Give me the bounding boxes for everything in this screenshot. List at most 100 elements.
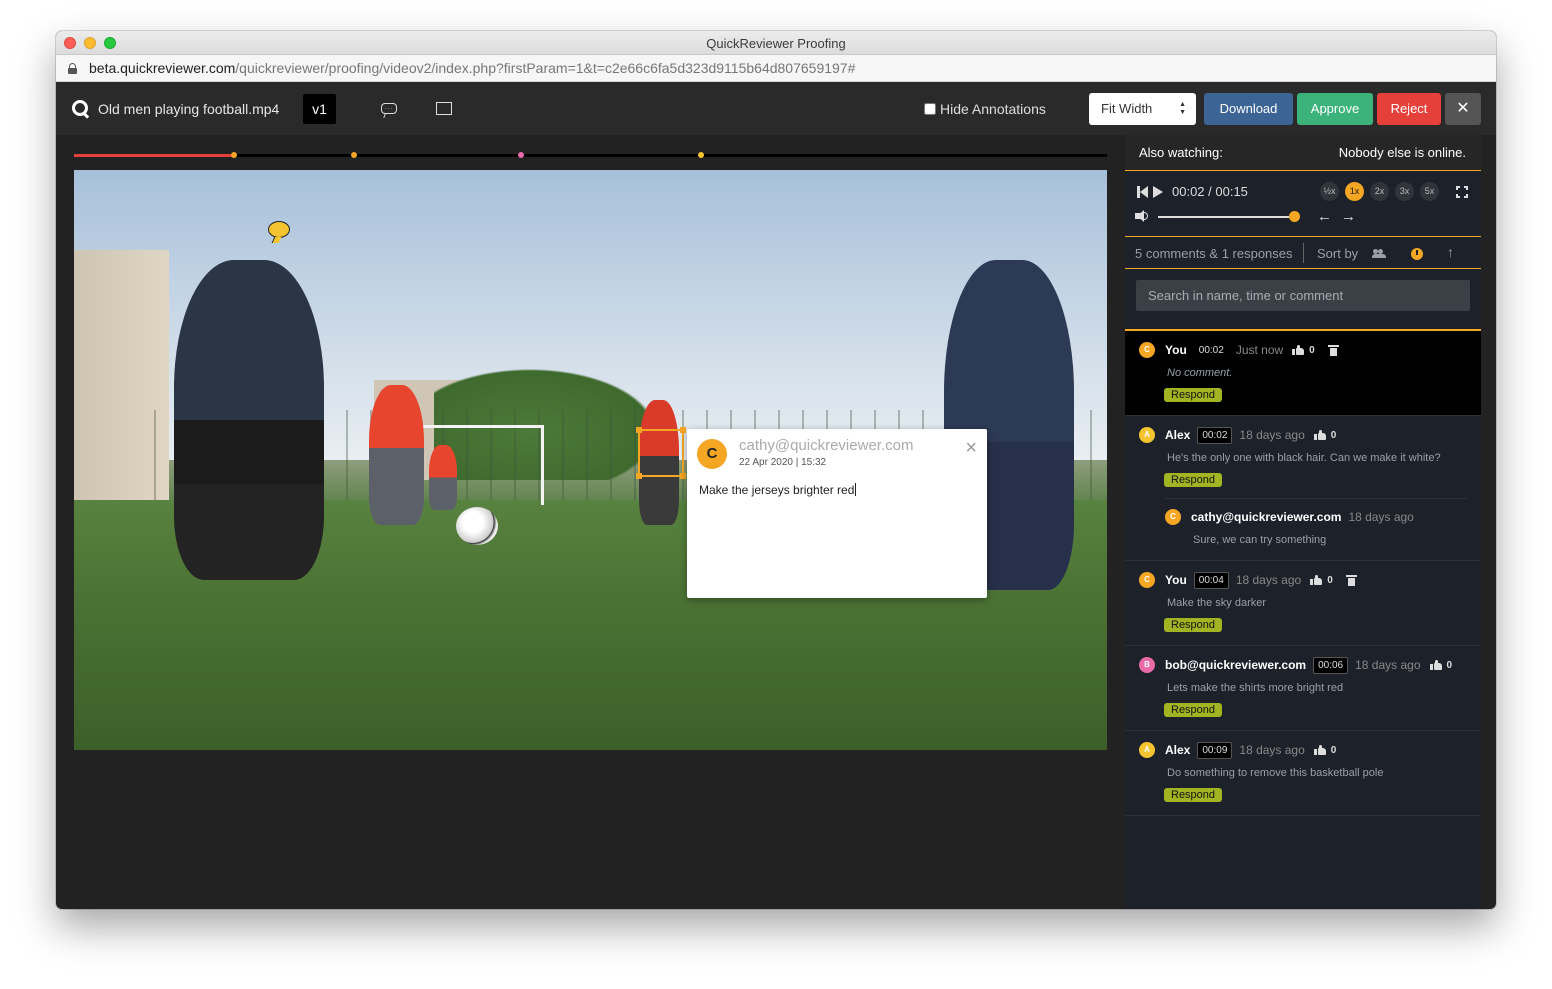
avatar: B (1139, 657, 1155, 673)
comment-item[interactable]: A Alex 00:02 18 days ago 0 He's the only one … (1125, 416, 1481, 561)
window-title: QuickReviewer Proofing (706, 36, 846, 51)
response-text: Sure, we can try something (1193, 534, 1327, 546)
avatar: A (1139, 427, 1155, 443)
search-input[interactable] (1136, 280, 1470, 311)
comment-item[interactable]: C You 00:02 Just now 0 No comment. Respond (1125, 331, 1481, 416)
volume-waves-icon (1143, 212, 1148, 220)
comment-tool-icon[interactable]: ... (381, 103, 397, 114)
respond-button[interactable]: Respond (1164, 618, 1223, 632)
file-name: Old men playing football.mp4 (98, 101, 280, 117)
online-status: Nobody else is online. (1338, 145, 1466, 160)
annotation-popup: C cathy@quickreviewer.com 22 Apr 2020 | … (687, 429, 987, 598)
thumbs-up-icon[interactable] (1292, 345, 1305, 355)
comments-sidebar: Also watching: Nobody else is online. 00… (1125, 135, 1481, 909)
fullscreen-icon[interactable] (1455, 185, 1469, 199)
timeline-marker[interactable] (698, 152, 705, 158)
avatar: C (1139, 342, 1155, 358)
response-author: cathy@quickreviewer.com (1191, 510, 1342, 524)
annotation-date: 22 Apr 2020 | 15:32 (739, 457, 827, 468)
resize-handle[interactable] (680, 427, 686, 433)
close-icon[interactable]: × (965, 438, 977, 458)
like-count: 0 (1330, 744, 1337, 756)
timeline-marker[interactable] (518, 152, 525, 158)
reject-button[interactable]: Reject (1377, 93, 1441, 125)
version-badge[interactable]: v1 (303, 94, 336, 124)
fit-width-select[interactable]: Fit Width ▲ ▼ (1089, 93, 1196, 125)
timeline-marker[interactable] (350, 152, 357, 158)
lock-icon (68, 63, 77, 74)
comment-item[interactable]: Bbob@quickreviewer.com 00:06 18 days ago 0 L… (1125, 646, 1481, 731)
video-timeline[interactable] (74, 152, 1107, 158)
comment-text: He's the only one with black hair. Can w… (1167, 452, 1441, 464)
arrow-right-icon[interactable]: → (1341, 209, 1356, 224)
volume-slider-thumb[interactable] (1289, 211, 1300, 222)
avatar: A (1139, 742, 1155, 758)
comment-text: No comment. (1167, 367, 1233, 379)
hide-annotations-toggle[interactable]: Hide Annotations (924, 101, 1046, 117)
arrow-left-icon[interactable]: ← (1317, 209, 1332, 224)
resize-handle[interactable] (636, 427, 642, 433)
comment-item[interactable]: A Alex 00:09 18 days ago 0 Do something to re… (1125, 731, 1481, 816)
trash-icon[interactable] (1345, 574, 1357, 586)
thumbs-up-icon[interactable] (1313, 430, 1326, 440)
timeline-marker[interactable] (231, 152, 238, 158)
play-icon[interactable] (1153, 186, 1163, 198)
speed-half-button[interactable]: ½x (1320, 182, 1339, 201)
thumbs-up-icon[interactable] (1313, 745, 1326, 755)
speed-3x-button[interactable]: 3x (1395, 182, 1414, 201)
address-bar[interactable]: beta.quickreviewer.com/quickreviewer/pro… (56, 55, 1496, 82)
resize-handle[interactable] (680, 473, 686, 479)
comment-text: Do something to remove this basketball p… (1167, 767, 1384, 779)
comment-author: Alex (1165, 743, 1191, 757)
clock-icon[interactable] (1411, 248, 1423, 260)
volume-slider[interactable] (1158, 216, 1293, 218)
close-button[interactable]: ✕ (1445, 93, 1481, 125)
hide-annotations-checkbox[interactable] (924, 103, 936, 115)
also-watching-label: Also watching: (1139, 145, 1223, 160)
speed-2x-button[interactable]: 2x (1370, 182, 1389, 201)
respond-button[interactable]: Respond (1164, 788, 1223, 802)
comment-count: 5 comments & 1 responses (1135, 246, 1293, 261)
comment-timestamp[interactable]: 00:09 (1197, 741, 1233, 759)
comment-text: Lets make the shirts more bright red (1167, 682, 1344, 694)
browser-window: QuickReviewer Proofing beta.quickreviewe… (56, 31, 1496, 909)
annotation-rectangle[interactable] (636, 427, 686, 479)
rectangle-tool-icon[interactable] (436, 102, 452, 115)
respond-button[interactable]: Respond (1164, 473, 1223, 487)
like-count: 0 (1309, 344, 1315, 356)
annotation-text-input[interactable]: Make the jerseys brighter red (699, 483, 856, 497)
speed-1x-button[interactable]: 1x (1345, 182, 1364, 201)
trash-icon[interactable] (1327, 344, 1339, 356)
comment-age: 18 days ago (1235, 573, 1302, 587)
comment-age: Just now (1235, 343, 1284, 357)
download-button[interactable]: Download (1204, 93, 1293, 125)
volume-icon[interactable] (1135, 210, 1144, 222)
comment-text: Make the sky darker (1167, 597, 1267, 609)
speed-5x-button[interactable]: 5x (1420, 182, 1439, 201)
comment-age: 18 days ago (1355, 658, 1421, 672)
comment-marker-icon[interactable] (268, 221, 290, 238)
comment-timestamp[interactable]: 00:04 (1193, 571, 1229, 589)
url-text[interactable]: beta.quickreviewer.com/quickreviewer/pro… (89, 60, 855, 76)
skip-back-icon[interactable] (1137, 186, 1151, 198)
comment-author: You (1165, 343, 1187, 357)
users-icon[interactable] (1372, 249, 1387, 258)
avatar: C (697, 439, 727, 469)
thumbs-up-icon[interactable] (1310, 575, 1323, 585)
comment-age: 18 days ago (1239, 743, 1305, 757)
comment-author: You (1165, 573, 1187, 587)
resize-handle[interactable] (636, 473, 642, 479)
comment-response: Ccathy@quickreviewer.com 18 days ago Sure,… (1165, 498, 1467, 548)
respond-button[interactable]: Respond (1164, 703, 1223, 717)
arrow-up-icon[interactable]: ↑ (1447, 244, 1454, 260)
video-player-figure (174, 260, 324, 580)
hide-annotations-label: Hide Annotations (940, 101, 1046, 117)
video-football (456, 507, 498, 545)
comment-item[interactable]: C You 00:04 18 days ago 0 Make the sky darker… (1125, 561, 1481, 646)
comment-timestamp[interactable]: 00:06 (1313, 656, 1349, 674)
thumbs-up-icon[interactable] (1429, 660, 1442, 670)
approve-button[interactable]: Approve (1297, 93, 1373, 125)
comment-timestamp[interactable]: 00:02 (1197, 426, 1233, 444)
respond-button[interactable]: Respond (1164, 388, 1223, 402)
comment-timestamp[interactable]: 00:02 (1193, 341, 1229, 359)
